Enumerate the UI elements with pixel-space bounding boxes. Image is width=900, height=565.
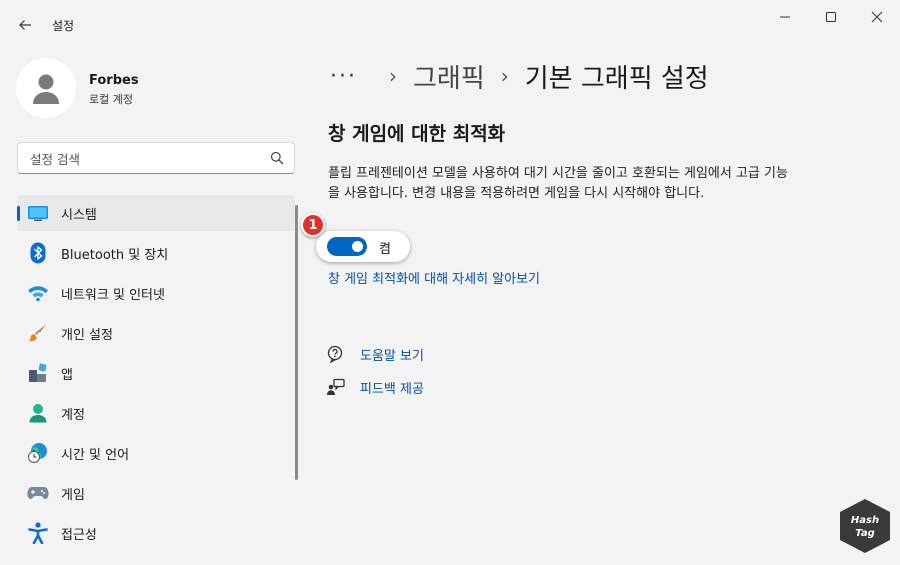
gamepad-icon — [27, 482, 49, 504]
hashtag-watermark-logo: Hash Tag — [838, 497, 892, 555]
sidebar-item-personalization[interactable]: 개인 설정 — [17, 315, 295, 351]
maximize-button[interactable] — [808, 0, 854, 34]
avatar — [16, 58, 76, 118]
breadcrumb: ··· › 그래픽 › 기본 그래픽 설정 — [330, 56, 709, 96]
title-bar: 설정 — [0, 0, 900, 48]
sidebar-item-label: 시스템 — [61, 207, 97, 223]
apps-icon — [27, 362, 49, 384]
learn-more-link[interactable]: 창 게임 최적화에 대해 자세히 알아보기 — [328, 268, 540, 287]
search-icon[interactable] — [270, 151, 284, 165]
sidebar-item-apps[interactable]: 앱 — [17, 355, 295, 391]
step-badge: 1 — [301, 213, 325, 237]
user-name: Forbes — [89, 73, 139, 88]
minimize-button[interactable] — [762, 0, 808, 34]
close-button[interactable] — [854, 0, 900, 34]
close-icon — [871, 11, 883, 23]
settings-search — [17, 142, 295, 174]
user-profile[interactable]: Forbes 로컬 계정 — [16, 58, 296, 118]
watermark-line-1: Hash — [851, 515, 879, 526]
sidebar-item-accounts[interactable]: 계정 — [17, 395, 295, 431]
feedback-icon — [326, 377, 346, 397]
breadcrumb-more-button[interactable]: ··· — [330, 64, 357, 89]
feedback-link[interactable]: 피드백 제공 — [326, 376, 424, 398]
sidebar-item-label: 앱 — [61, 367, 73, 383]
sidebar-item-label: 접근성 — [61, 527, 97, 543]
breadcrumb-parent-link[interactable]: 그래픽 — [413, 58, 485, 95]
sidebar-item-label: 개인 설정 — [61, 327, 113, 343]
maximize-icon — [826, 12, 836, 22]
watermark-line-2: Tag — [855, 528, 875, 539]
get-help-label: 도움말 보기 — [360, 348, 424, 364]
app-title: 설정 — [52, 19, 75, 33]
help-chat-icon — [326, 344, 346, 364]
bluetooth-icon — [27, 242, 49, 264]
user-silhouette-icon — [33, 74, 59, 104]
sidebar-item-system[interactable]: 시스템 — [17, 195, 295, 231]
toggle-knob — [352, 241, 363, 252]
sidebar-nav: 시스템 Bluetooth 및 장치 네트워크 및 인터넷 개인 설정 앱 계정… — [17, 195, 295, 555]
optimization-toggle[interactable] — [327, 237, 367, 256]
get-help-link[interactable]: 도움말 보기 — [326, 343, 424, 365]
sidebar-item-bluetooth[interactable]: Bluetooth 및 장치 — [17, 235, 295, 271]
settings-window: 설정 Forbes 로컬 계정 설정 검색 시스템 Bluetooth 및 장치… — [0, 0, 900, 565]
sidebar-item-time-language[interactable]: 시간 및 언어 — [17, 435, 295, 471]
sidebar-item-gaming[interactable]: 게임 — [17, 475, 295, 511]
accessibility-icon — [27, 522, 49, 544]
chevron-right-icon: › — [500, 64, 509, 88]
section-description: 플립 프레젠테이션 모델을 사용하여 대기 시간을 줄이고 호환되는 게임에서 … — [328, 166, 788, 201]
toggle-state-label: 켬 — [379, 242, 391, 257]
globe-clock-icon — [27, 442, 49, 464]
feedback-label: 피드백 제공 — [360, 381, 424, 397]
sidebar-item-label: 네트워크 및 인터넷 — [61, 287, 165, 303]
sidebar-scrollbar[interactable] — [295, 205, 298, 480]
sidebar-item-label: Bluetooth 및 장치 — [61, 247, 169, 263]
brush-icon — [27, 322, 49, 344]
chevron-right-icon: › — [388, 64, 397, 88]
page-title: 기본 그래픽 설정 — [524, 63, 709, 94]
section-title: 창 게임에 대한 최적화 — [328, 123, 506, 145]
minimize-icon — [780, 16, 790, 18]
sidebar-item-accessibility[interactable]: 접근성 — [17, 515, 295, 551]
sidebar-item-label: 계정 — [61, 407, 85, 423]
sidebar-item-label: 시간 및 언어 — [61, 447, 130, 463]
account-type: 로컬 계정 — [89, 93, 133, 106]
back-button[interactable] — [12, 12, 38, 38]
system-icon — [27, 202, 49, 224]
account-icon — [27, 402, 49, 424]
search-input[interactable] — [28, 149, 262, 169]
wifi-icon — [27, 282, 49, 304]
back-arrow-icon — [19, 20, 31, 30]
sidebar-item-label: 게임 — [61, 487, 85, 503]
sidebar-item-network[interactable]: 네트워크 및 인터넷 — [17, 275, 295, 311]
toggle-highlight-frame: 켬 — [316, 231, 410, 262]
